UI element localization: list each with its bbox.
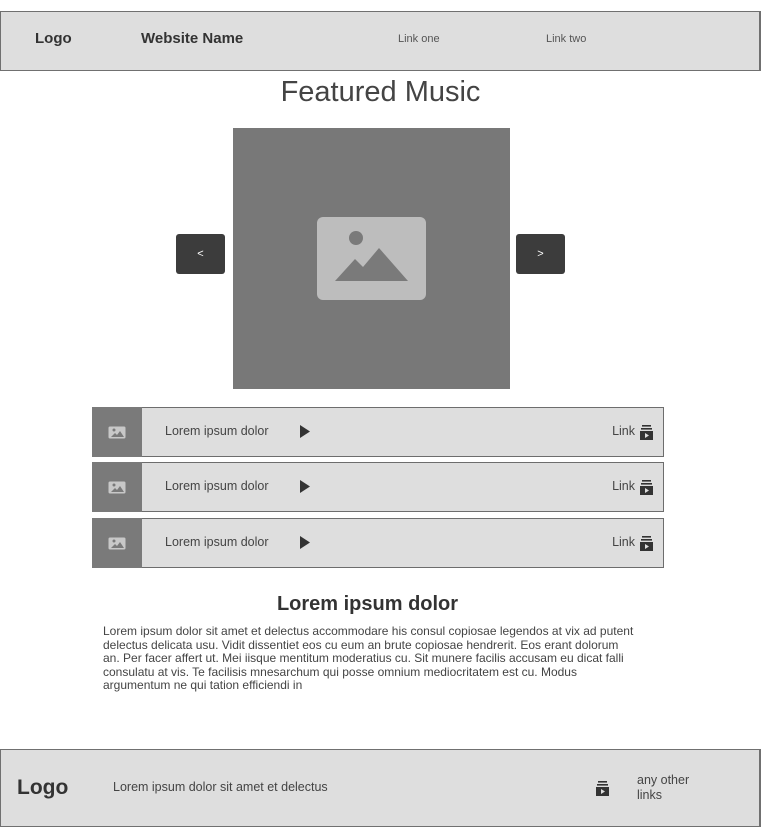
- video-list-icon[interactable]: [596, 781, 609, 796]
- track-title: Lorem ipsum dolor: [165, 535, 269, 549]
- footer-other-links[interactable]: any other links: [637, 773, 717, 803]
- play-icon[interactable]: [300, 425, 310, 438]
- track-link[interactable]: Link: [612, 535, 635, 549]
- track-thumbnail: [92, 462, 142, 512]
- play-icon[interactable]: [300, 536, 310, 549]
- section-body-text: Lorem ipsum dolor sit amet et delectus a…: [103, 624, 634, 692]
- video-list-icon[interactable]: [640, 536, 653, 551]
- carousel-image[interactable]: [233, 128, 510, 389]
- site-footer: Logo Lorem ipsum dolor sit amet et delec…: [0, 749, 761, 827]
- nav-link-two[interactable]: Link two: [546, 33, 586, 45]
- track-thumbnail: [92, 518, 142, 568]
- header-logo[interactable]: Logo: [35, 30, 72, 47]
- track-link[interactable]: Link: [612, 424, 635, 438]
- track-row[interactable]: Lorem ipsum dolor Link: [92, 462, 664, 512]
- video-list-icon[interactable]: [640, 425, 653, 440]
- nav-link-one[interactable]: Link one: [398, 33, 440, 45]
- track-link[interactable]: Link: [612, 479, 635, 493]
- site-header: Logo Website Name Link one Link two: [0, 11, 761, 71]
- carousel-prev-button[interactable]: <: [176, 234, 225, 274]
- carousel-next-button[interactable]: >: [516, 234, 565, 274]
- track-title: Lorem ipsum dolor: [165, 479, 269, 493]
- image-placeholder-icon: [317, 217, 426, 300]
- website-name[interactable]: Website Name: [141, 30, 243, 47]
- track-title: Lorem ipsum dolor: [165, 424, 269, 438]
- play-icon[interactable]: [300, 480, 310, 493]
- track-row[interactable]: Lorem ipsum dolor Link: [92, 518, 664, 568]
- footer-tagline: Lorem ipsum dolor sit amet et delectus: [113, 780, 328, 794]
- track-row[interactable]: Lorem ipsum dolor Link: [92, 407, 664, 457]
- image-icon: [108, 426, 126, 439]
- footer-logo[interactable]: Logo: [17, 776, 68, 800]
- track-thumbnail: [92, 407, 142, 457]
- section-heading: Lorem ipsum dolor: [276, 593, 459, 615]
- page-title: Featured Music: [280, 76, 481, 108]
- video-list-icon[interactable]: [640, 480, 653, 495]
- image-icon: [108, 481, 126, 494]
- image-icon: [108, 537, 126, 550]
